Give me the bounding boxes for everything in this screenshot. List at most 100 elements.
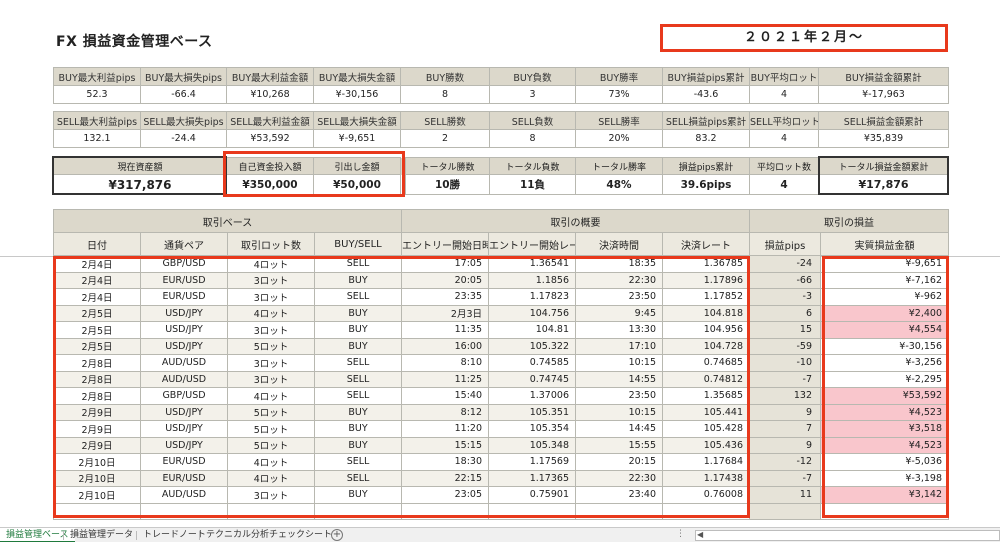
cell-entry-rate[interactable]: 105.351 <box>488 403 576 421</box>
cell-pair[interactable]: USD/JPY <box>140 403 228 421</box>
cell-pl-amount[interactable]: ¥4,554 <box>820 321 949 339</box>
cell-pair[interactable]: AUD/USD <box>140 486 228 504</box>
empty-cell[interactable] <box>140 502 228 520</box>
cell-pips[interactable]: -7 <box>749 370 821 388</box>
cell-exit-rate[interactable]: 0.76008 <box>662 486 750 504</box>
cell-pips[interactable]: 132 <box>749 387 821 405</box>
sell-value[interactable]: 2 <box>400 129 490 148</box>
cell-exit-rate[interactable]: 104.956 <box>662 321 750 339</box>
cell-entry-time[interactable]: 23:05 <box>401 486 489 504</box>
cell-exit-rate[interactable]: 105.436 <box>662 436 750 454</box>
buy-value[interactable]: 8 <box>400 85 490 104</box>
cell-pl-amount[interactable]: ¥3,518 <box>820 420 949 438</box>
cell-entry-rate[interactable]: 104.756 <box>488 304 576 322</box>
cell-exit-rate[interactable]: 0.74812 <box>662 370 750 388</box>
cell-entry-time[interactable]: 8:12 <box>401 403 489 421</box>
cell-pair[interactable]: USD/JPY <box>140 321 228 339</box>
more-options-icon[interactable]: ⋮ <box>676 529 685 539</box>
cell-date[interactable]: 2月4日 <box>53 255 141 273</box>
empty-cell[interactable] <box>401 502 489 520</box>
cell-side[interactable]: BUY <box>314 403 402 421</box>
scroll-left-icon[interactable]: ◀ <box>697 530 703 539</box>
cell-exit-time[interactable]: 9:45 <box>575 304 663 322</box>
withdrawal-value[interactable]: ¥50,000 <box>313 174 401 195</box>
cell-lots[interactable]: 4ロット <box>227 387 315 405</box>
cell-entry-rate[interactable]: 0.74745 <box>488 370 576 388</box>
cell-entry-rate[interactable]: 1.1856 <box>488 271 576 289</box>
sell-value[interactable]: -24.4 <box>140 129 227 148</box>
investment-value[interactable]: ¥350,000 <box>226 174 314 195</box>
cell-entry-rate[interactable]: 1.36541 <box>488 255 576 273</box>
sell-value[interactable]: ¥53,592 <box>226 129 314 148</box>
cell-pips[interactable]: -66 <box>749 271 821 289</box>
cell-entry-rate[interactable]: 105.354 <box>488 420 576 438</box>
cell-entry-time[interactable]: 2月3日 <box>401 304 489 322</box>
cell-exit-rate[interactable]: 1.17896 <box>662 271 750 289</box>
cell-lots[interactable]: 3ロット <box>227 288 315 306</box>
empty-cell[interactable] <box>662 502 750 520</box>
cell-date[interactable]: 2月9日 <box>53 403 141 421</box>
cell-exit-time[interactable]: 22:30 <box>575 469 663 487</box>
cell-date[interactable]: 2月9日 <box>53 436 141 454</box>
cell-pips[interactable]: 15 <box>749 321 821 339</box>
cell-side[interactable]: SELL <box>314 354 402 372</box>
cell-exit-time[interactable]: 23:40 <box>575 486 663 504</box>
cell-date[interactable]: 2月10日 <box>53 486 141 504</box>
cell-pips[interactable]: 9 <box>749 436 821 454</box>
sell-value[interactable]: 4 <box>749 129 819 148</box>
cell-pips[interactable]: 7 <box>749 420 821 438</box>
buy-value[interactable]: -43.6 <box>662 85 750 104</box>
cell-entry-rate[interactable]: 105.348 <box>488 436 576 454</box>
total-wins-value[interactable]: 10勝 <box>405 174 490 195</box>
avg-lot-value[interactable]: 4 <box>749 174 819 195</box>
cell-pips[interactable]: -59 <box>749 337 821 355</box>
cell-entry-time[interactable]: 11:25 <box>401 370 489 388</box>
buy-value[interactable]: 52.3 <box>53 85 141 104</box>
sheet-tab[interactable]: テクニカル分析チェックシート <box>200 528 338 542</box>
cell-lots[interactable]: 3ロット <box>227 354 315 372</box>
cell-pips[interactable]: -24 <box>749 255 821 273</box>
empty-cell[interactable] <box>575 502 663 520</box>
cell-lots[interactable]: 4ロット <box>227 255 315 273</box>
cell-side[interactable]: BUY <box>314 304 402 322</box>
cell-exit-rate[interactable]: 104.818 <box>662 304 750 322</box>
cell-date[interactable]: 2月9日 <box>53 420 141 438</box>
cell-side[interactable]: BUY <box>314 271 402 289</box>
cell-exit-time[interactable]: 14:45 <box>575 420 663 438</box>
cell-pl-amount[interactable]: ¥-2,295 <box>820 370 949 388</box>
sell-value[interactable]: 8 <box>489 129 576 148</box>
cell-entry-time[interactable]: 18:30 <box>401 453 489 471</box>
cell-pips[interactable]: -12 <box>749 453 821 471</box>
cell-entry-rate[interactable]: 1.17823 <box>488 288 576 306</box>
cell-pl-amount[interactable]: ¥-3,256 <box>820 354 949 372</box>
cell-entry-rate[interactable]: 105.322 <box>488 337 576 355</box>
cell-lots[interactable]: 3ロット <box>227 321 315 339</box>
cell-pair[interactable]: USD/JPY <box>140 436 228 454</box>
cell-exit-time[interactable]: 13:30 <box>575 321 663 339</box>
empty-cell[interactable] <box>749 502 821 520</box>
buy-value[interactable]: ¥-17,963 <box>818 85 949 104</box>
cell-side[interactable]: BUY <box>314 436 402 454</box>
cell-exit-time[interactable]: 14:55 <box>575 370 663 388</box>
sell-value[interactable]: 83.2 <box>662 129 750 148</box>
total-losses-value[interactable]: 11負 <box>489 174 576 195</box>
cell-entry-time[interactable]: 22:15 <box>401 469 489 487</box>
cell-lots[interactable]: 4ロット <box>227 304 315 322</box>
cell-pl-amount[interactable]: ¥53,592 <box>820 387 949 405</box>
cell-side[interactable]: BUY <box>314 420 402 438</box>
cell-exit-time[interactable]: 22:30 <box>575 271 663 289</box>
cell-date[interactable]: 2月10日 <box>53 453 141 471</box>
cell-date[interactable]: 2月10日 <box>53 469 141 487</box>
cell-pair[interactable]: EUR/USD <box>140 453 228 471</box>
cell-entry-rate[interactable]: 104.81 <box>488 321 576 339</box>
horizontal-scrollbar[interactable] <box>695 530 1000 541</box>
sell-value[interactable]: 132.1 <box>53 129 141 148</box>
cell-entry-rate[interactable]: 1.37006 <box>488 387 576 405</box>
cell-exit-time[interactable]: 15:55 <box>575 436 663 454</box>
total-winrate-value[interactable]: 48% <box>575 174 663 195</box>
cell-lots[interactable]: 3ロット <box>227 271 315 289</box>
cell-exit-time[interactable]: 17:10 <box>575 337 663 355</box>
cell-pair[interactable]: EUR/USD <box>140 271 228 289</box>
cell-entry-time[interactable]: 16:00 <box>401 337 489 355</box>
cell-entry-time[interactable]: 11:20 <box>401 420 489 438</box>
